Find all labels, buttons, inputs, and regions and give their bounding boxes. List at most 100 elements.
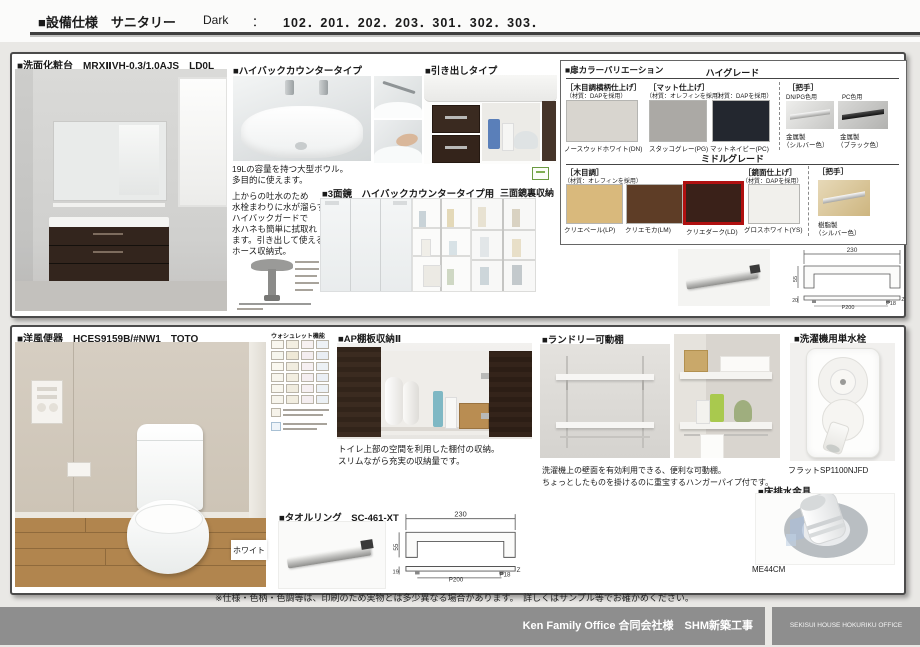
drawer-handle <box>93 251 123 253</box>
wall-shade <box>15 69 33 281</box>
washlet-function-icon <box>271 395 284 404</box>
footnote-bar <box>283 409 329 411</box>
bowl-edge <box>374 146 422 163</box>
shelf-divider <box>502 199 504 291</box>
faucet-neck <box>268 269 276 295</box>
detergent-bottle-blue <box>488 119 500 149</box>
annotation-bar <box>237 308 263 310</box>
eco-badge-mark <box>536 171 545 173</box>
dim-height: 55 <box>393 543 400 550</box>
wall-rail <box>566 356 568 448</box>
seat-lid <box>135 504 203 534</box>
toiletry-item <box>419 211 426 227</box>
washlet-function-icon <box>271 340 284 349</box>
separator <box>779 82 780 150</box>
swatch-caption: クリエモカ(LM) <box>625 224 671 234</box>
open-drawer-lower <box>432 135 480 163</box>
handle-bar <box>823 191 865 203</box>
finish-mark: Z <box>517 567 521 574</box>
open-door-left <box>337 347 381 437</box>
footer-client: Ken Family Office 合同会社様 SHM新築工事 <box>523 607 753 645</box>
toiletry-item <box>478 207 486 227</box>
cabinet-interior <box>482 103 540 161</box>
faucet-base <box>264 295 280 301</box>
sink-bowl <box>241 106 363 158</box>
toilet-tank <box>137 424 203 510</box>
ap-storage-desc-line: スリムながら充実の収納量です。 <box>338 455 465 467</box>
footer-bar-right: SEKISUI HOUSE HOKURIKU OFFICE <box>772 607 920 645</box>
annotation-bar <box>295 261 319 263</box>
washlet-function-icon <box>301 362 314 371</box>
shelf <box>680 372 772 379</box>
towel-bar <box>287 545 372 568</box>
washlet-function-icon <box>271 351 284 360</box>
bar-end-cap <box>749 264 760 273</box>
highback-bowl-photo <box>233 76 371 161</box>
color-swatch-pg <box>649 100 707 142</box>
handle-bar <box>842 109 884 120</box>
washlet-remote <box>31 380 63 424</box>
knob-center <box>840 379 846 385</box>
washlet-function-icon <box>316 362 329 371</box>
header-rule-shadow <box>30 35 920 37</box>
middle-grade-rule <box>566 164 899 165</box>
toiletry-item <box>447 209 454 227</box>
handle-photo-silver <box>786 101 834 129</box>
swatch-caption: グロスホワイト(YS) <box>744 224 803 234</box>
mirror-divider <box>380 199 381 291</box>
handle-header-mg: ［把手］ <box>818 166 848 177</box>
floor-drain-photo <box>755 493 895 565</box>
hanging-towel <box>700 434 724 458</box>
handle-caption-note: （シルバー色） <box>783 139 829 149</box>
storage-basket <box>684 350 708 372</box>
detergent-bottle-green <box>710 394 724 422</box>
open-drawer-upper <box>432 105 480 133</box>
eco-badge <box>532 167 549 180</box>
washlet-function-icon <box>286 384 299 393</box>
separator <box>808 166 809 236</box>
footer-office: SEKISUI HOUSE HOKURIKU OFFICE <box>772 607 920 645</box>
remote-button <box>37 403 46 412</box>
finish-mark: Z <box>901 297 905 303</box>
color-swatch-dn <box>566 100 638 142</box>
washlet-function-icon <box>316 373 329 382</box>
faucet-desc-line: ホース収納式。 <box>232 245 291 257</box>
washlet-function-icon <box>286 340 299 349</box>
footnote-bar <box>283 428 317 430</box>
cleaning-photo-1 <box>374 76 422 118</box>
toiletry-item <box>512 239 521 257</box>
handle-for: DN/PG色用 <box>786 92 817 101</box>
shelf <box>556 374 654 380</box>
washlet-footnote <box>271 408 331 434</box>
handle-photo-resin <box>818 180 870 216</box>
washlet-function-icon <box>286 362 299 371</box>
vanity-room-photo <box>15 69 227 311</box>
handle-caption-note: （シルバー色） <box>815 227 861 237</box>
footnote-icon <box>271 408 281 417</box>
annotation-bar <box>295 268 319 270</box>
swatch-caption-selected: クリエダーク(LD) <box>686 226 738 236</box>
drawer-handle <box>445 146 467 149</box>
color-swatch-pc <box>712 100 770 142</box>
toilet-color-label-box: ホワイト <box>231 540 267 560</box>
annotation-bar <box>295 282 319 284</box>
detergent-bottle-white <box>502 123 514 151</box>
washlet-function-icon <box>271 384 284 393</box>
washlet-function-icon <box>316 351 329 360</box>
towel-ring-dimension-drawing: 230 55 19 P200 P18 Z <box>390 506 522 586</box>
mirror-open-photo-1 <box>412 198 471 292</box>
toiletry-item <box>421 239 431 257</box>
footnote-icon <box>271 422 281 431</box>
toiletry-item <box>480 267 489 285</box>
high-grade-rule <box>566 78 899 79</box>
drawer-handle <box>445 116 467 119</box>
toiletry-item <box>480 237 489 257</box>
paper-holder <box>67 462 91 477</box>
mirror-divider <box>350 199 351 291</box>
stop-valve-knob <box>830 369 856 395</box>
dim-width: 230 <box>847 247 858 254</box>
washlet-function-icon <box>286 395 299 404</box>
hose-faucet-diagram <box>237 257 321 313</box>
washlet-function-icon <box>316 384 329 393</box>
washlet-function-icon <box>286 373 299 382</box>
